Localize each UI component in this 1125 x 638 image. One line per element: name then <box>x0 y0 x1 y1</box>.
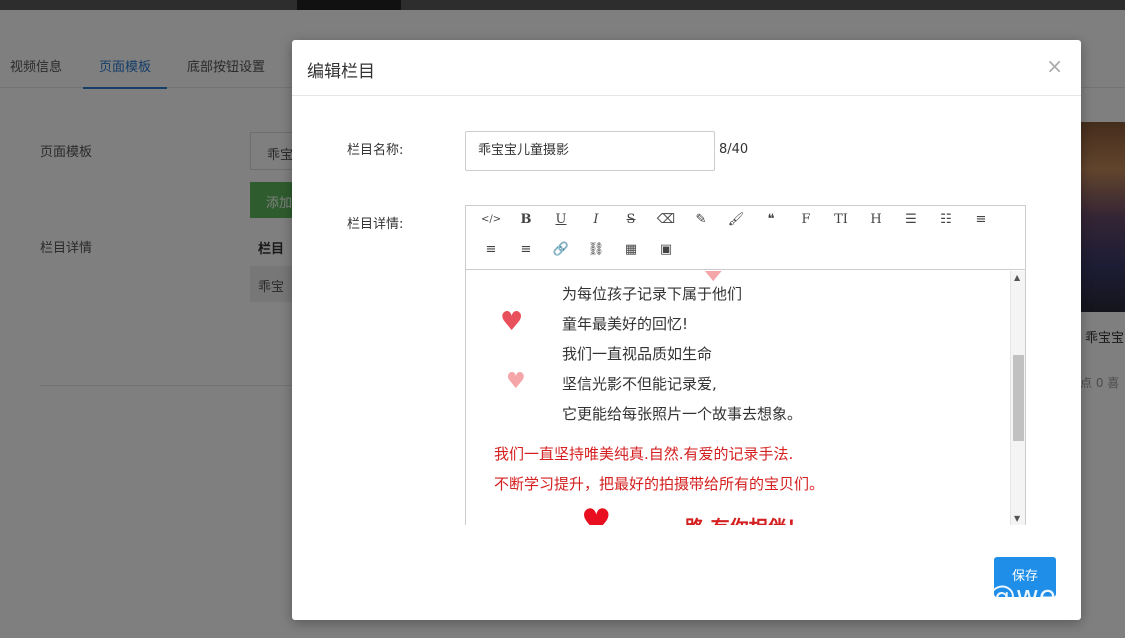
align-right-icon[interactable]: ≡ <box>516 240 536 260</box>
text-size-icon[interactable]: TI <box>831 210 851 230</box>
watermark: 知乎 @weii <box>923 579 1072 612</box>
editor-toolbar: </> B U I S ⌫ ✎ 🖌 ❝ F TI H ☰ ☷ ≡ ≡ ≡ 🔗 ⛓ ▦ ▣ <box>466 206 1025 270</box>
column-name-label: 栏目名称: <box>347 143 404 158</box>
content-line-partial: 一路 有你相伴！ <box>666 513 806 525</box>
ordered-list-icon[interactable]: ☷ <box>936 210 956 230</box>
content-line-red: 不断学习提升，把最好的拍摄带给所有的宝贝们。 <box>494 475 825 493</box>
dialog-header: 编辑栏目 × <box>292 40 1081 96</box>
eraser-icon[interactable]: ⌫ <box>656 210 676 230</box>
rich-text-editor: </> BUIS ⌫ ✎ 🖌 ❝ F TI H ☰ ☷ ≡ ≡ ≡ 🔗 ⛓ ▦ ▣ ♥ 为每位孩子记录下属于他们 … <box>465 205 1026 525</box>
top-bar <box>0 0 1125 10</box>
editor-scrollbar[interactable]: ▲ ▼ <box>1010 271 1025 525</box>
editor-content[interactable]: ♥ 为每位孩子记录下属于他们 ♥ 童年最美好的回忆! 我们一直视品质如生命 ♥ … <box>466 271 1011 525</box>
italic-icon[interactable]: I <box>586 210 606 230</box>
close-icon[interactable]: × <box>1046 54 1063 78</box>
column-name-input[interactable]: 乖宝宝儿童摄影 <box>465 131 715 171</box>
code-icon[interactable]: </> <box>481 210 501 230</box>
content-line: 它更能给每张照片一个故事去想象。 <box>562 405 803 423</box>
content-line: 我们一直视品质如生命 <box>562 345 713 363</box>
heart-decoration: ♥ <box>581 502 612 525</box>
link-icon[interactable]: 🔗 <box>551 240 571 260</box>
column-detail-label: 栏目详情: <box>347 217 404 232</box>
content-line: 为每位孩子记录下属于他们 <box>562 285 743 303</box>
content-line: 坚信光影不但能记录爱, <box>562 375 717 393</box>
content-line-red: 我们一直坚持唯美纯真.自然.有爱的记录手法. <box>494 445 794 463</box>
strikethrough-icon[interactable]: S <box>621 210 641 230</box>
heart-decoration: ♥ <box>698 271 728 287</box>
unlink-icon[interactable]: ⛓ <box>586 240 606 260</box>
heart-decoration: ♥ <box>500 307 524 337</box>
table-icon[interactable]: ▦ <box>621 240 641 260</box>
scroll-up-icon[interactable]: ▲ <box>1014 273 1020 282</box>
char-counter: 8/40 <box>719 142 749 157</box>
unordered-list-icon[interactable]: ☰ <box>901 210 921 230</box>
align-center-icon[interactable]: ≡ <box>481 240 501 260</box>
font-icon[interactable]: F <box>796 210 816 230</box>
bold-icon[interactable]: B <box>516 210 536 230</box>
heart-decoration: ♥ <box>506 369 526 394</box>
content-line: 童年最美好的回忆! <box>562 315 689 333</box>
align-left-icon[interactable]: ≡ <box>971 210 991 230</box>
top-bar-block <box>297 0 401 10</box>
image-icon[interactable]: ▣ <box>656 240 676 260</box>
edit-column-dialog: 编辑栏目 × 栏目名称: 乖宝宝儿童摄影 8/40 栏目详情: </> B U I S ⌫… <box>292 40 1081 620</box>
scroll-down-icon[interactable]: ▼ <box>1014 514 1020 523</box>
quote-icon[interactable]: ❝ <box>761 210 781 230</box>
scroll-thumb[interactable] <box>1013 355 1024 441</box>
pen-icon[interactable]: ✎ <box>691 210 711 230</box>
underline-icon[interactable]: U <box>551 210 571 230</box>
brush-icon[interactable]: 🖌 <box>726 210 746 230</box>
dialog-title: 编辑栏目 <box>307 62 375 82</box>
heading-icon[interactable]: H <box>866 210 886 230</box>
